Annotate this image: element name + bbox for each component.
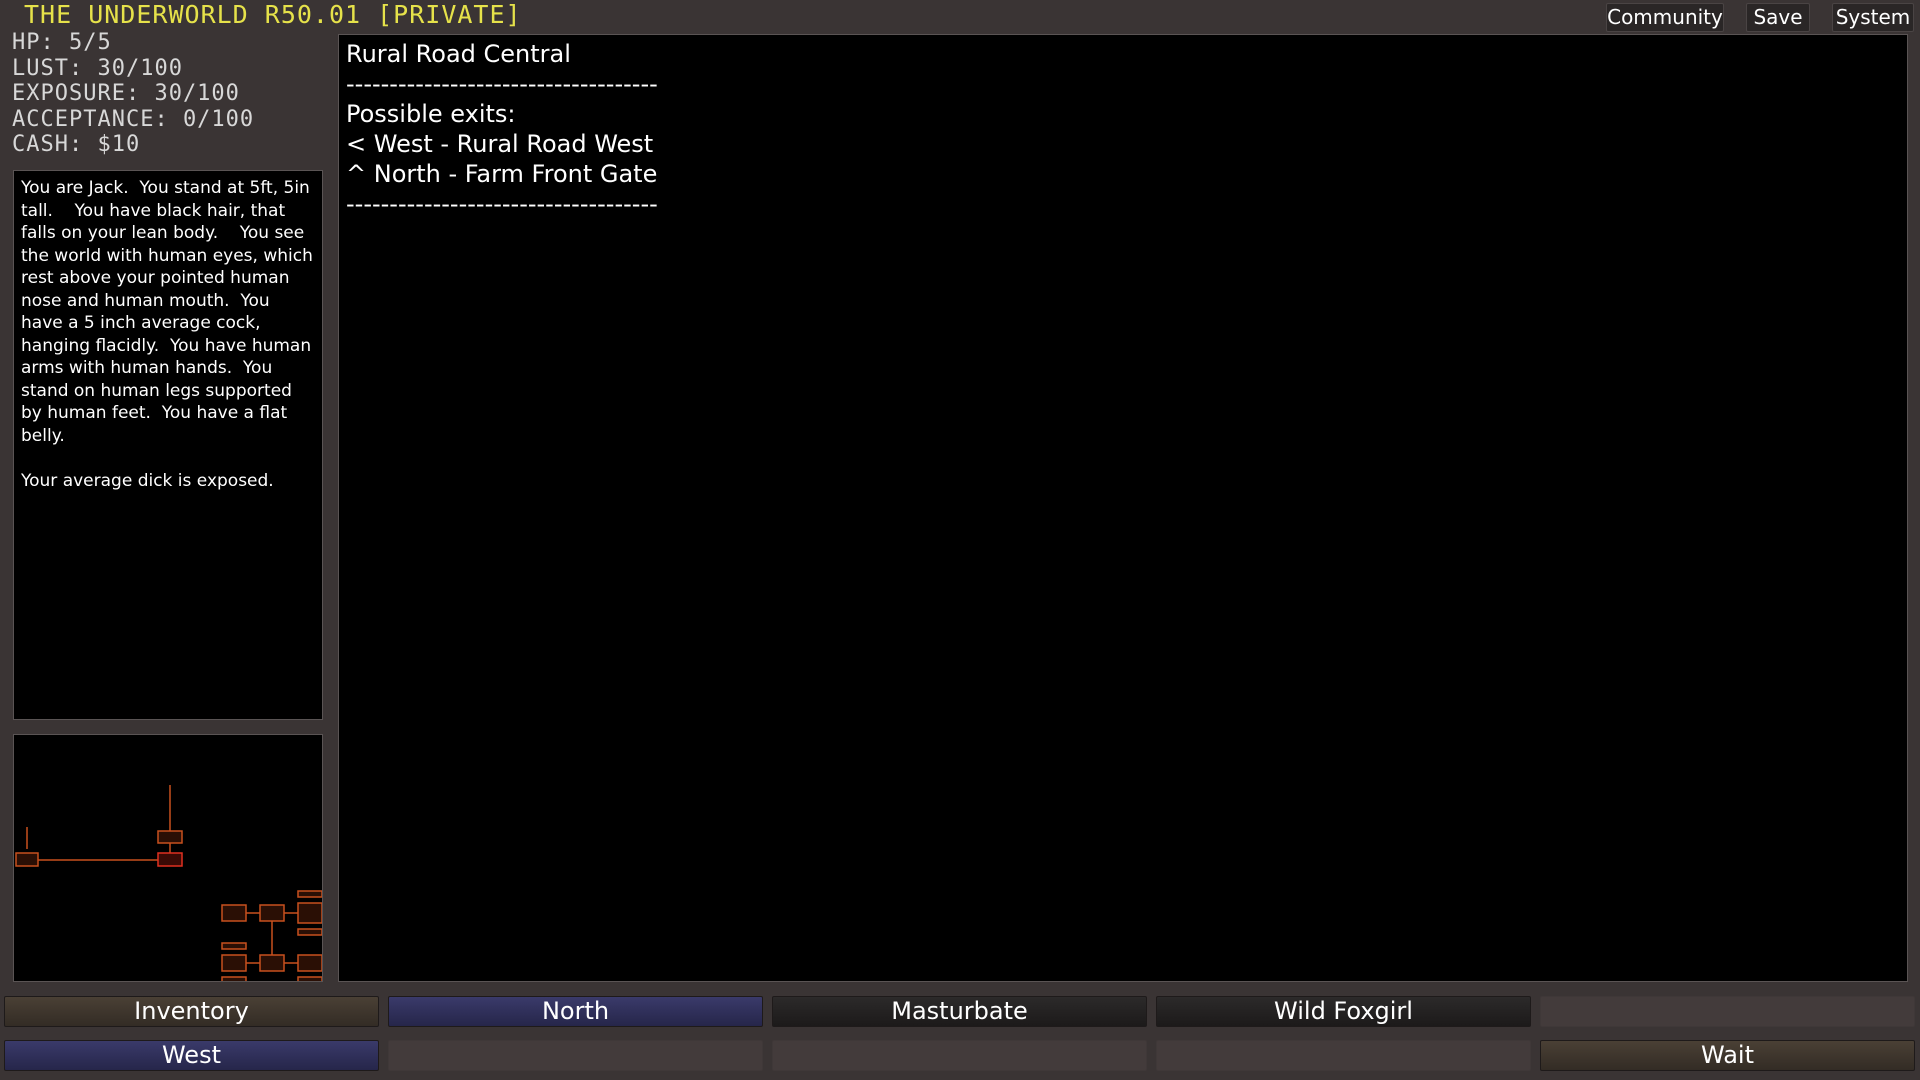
empty-slot <box>388 1040 763 1071</box>
stat-cash: CASH: $10 <box>12 132 141 157</box>
map-room-k <box>297 976 322 981</box>
north-button[interactable]: North <box>388 996 763 1027</box>
map-room-g <box>221 954 247 972</box>
stat-lust: LUST: 30/100 <box>12 55 183 81</box>
map-room-i <box>297 954 322 972</box>
map-room-c <box>297 902 322 924</box>
divider-bottom: ------------------------------------ <box>346 190 658 218</box>
divider-top: ------------------------------------ <box>346 70 658 98</box>
map-room-d <box>297 890 322 898</box>
empty-slot <box>772 1040 1147 1071</box>
empty-slot <box>1156 1040 1531 1071</box>
character-description: You are Jack. You stand at 5ft, 5in tall… <box>13 170 323 720</box>
exit-west: < West - Rural Road West <box>346 130 654 158</box>
stats-panel: HP: 5/5 LUST: 30/100 EXPOSURE: 30/100 AC… <box>12 30 254 158</box>
inventory-button[interactable]: Inventory <box>4 996 379 1027</box>
stat-hp: HP: 5/5 <box>12 30 112 55</box>
exits-heading: Possible exits: <box>346 100 516 128</box>
system-button[interactable]: System <box>1832 3 1914 32</box>
game-title: THE UNDERWORLD R50.01 [PRIVATE] <box>24 0 522 29</box>
map-room-e <box>297 928 322 936</box>
empty-slot <box>1540 996 1915 1027</box>
minimap <box>13 734 323 982</box>
map-room-current <box>157 852 183 867</box>
masturbate-button[interactable]: Masturbate <box>772 996 1147 1027</box>
minimap-graphic <box>15 785 322 981</box>
stat-exposure: EXPOSURE: 30/100 <box>12 81 240 106</box>
exit-north: ^ North - Farm Front Gate <box>346 160 658 188</box>
west-button[interactable]: West <box>4 1040 379 1071</box>
map-room-b <box>259 904 285 922</box>
wait-button[interactable]: Wait <box>1540 1040 1915 1071</box>
save-button[interactable]: Save <box>1746 3 1810 32</box>
stat-acceptance: ACCEPTANCE: 0/100 <box>12 106 255 132</box>
main-output: Rural Road Central ---------------------… <box>338 34 1908 982</box>
location-title: Rural Road Central <box>346 40 571 68</box>
map-room-farm-gate <box>157 830 183 844</box>
map-room-f <box>221 942 247 950</box>
wild-foxgirl-button[interactable]: Wild Foxgirl <box>1156 996 1531 1027</box>
map-room-west <box>15 852 39 867</box>
map-room-h <box>259 954 285 972</box>
map-room-a <box>221 904 247 922</box>
map-room-j <box>221 976 247 981</box>
community-button[interactable]: Community <box>1606 3 1724 32</box>
